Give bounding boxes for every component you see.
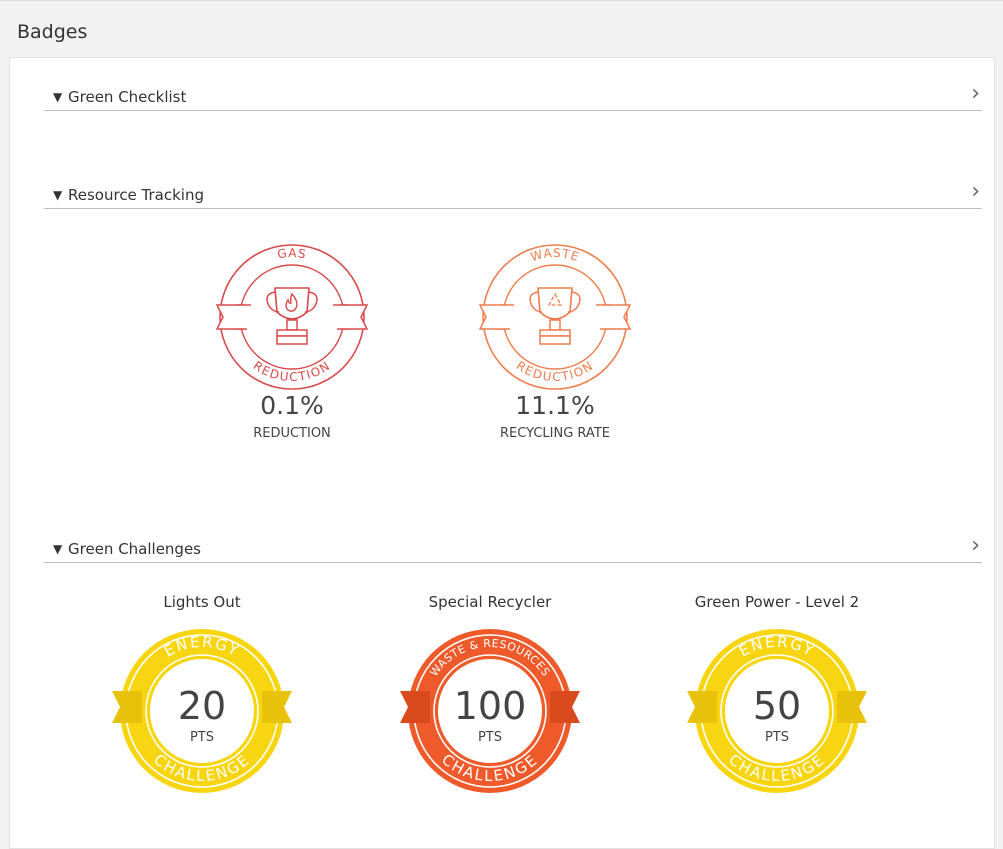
badges-card: ▼ Green Checklist › ▼ Resource Tracking … [9,57,995,849]
gas-reduction-emblem: GAS REDUCTION [215,244,369,390]
svg-text:PTS: PTS [765,730,789,745]
svg-text:100: 100 [454,684,527,728]
challenge-title: Green Power - Level 2 [694,593,860,611]
svg-text:REDUCTION: REDUCTION [251,358,334,384]
svg-text:50: 50 [753,684,801,728]
challenge-badge-special-recycler[interactable]: Special Recycler 100 PTS WASTE & RESOURCES… [395,593,585,797]
badge-value: 0.1% [260,391,324,420]
svg-text:WASTE: WASTE [529,246,581,264]
badges-panel: Badges ▼ Green Checklist › ▼ Resource Tr… [0,0,1003,849]
collapse-triangle-icon[interactable]: ▼ [53,188,62,202]
collapse-triangle-icon[interactable]: ▼ [53,90,62,104]
challenge-emblem: 50PTSENERGYCHALLENGE [687,629,867,793]
waste-reduction-badge[interactable]: WASTE REDUCTION 11.1% RECYCLING RATE [470,242,640,441]
chevron-right-icon[interactable]: › [971,179,980,204]
collapse-triangle-icon[interactable]: ▼ [53,542,62,556]
badge-caption: REDUCTION [253,426,331,441]
svg-text:PTS: PTS [190,730,214,745]
waste-reduction-emblem: WASTE REDUCTION [478,244,632,390]
challenge-emblem: 20PTSENERGYCHALLENGE [112,629,292,793]
section-green-challenges[interactable]: ▼ Green Challenges › [44,533,982,563]
challenge-title: Lights Out [163,593,241,611]
svg-text:PTS: PTS [478,730,502,745]
chevron-right-icon[interactable]: › [971,533,980,558]
svg-text:GAS: GAS [276,246,307,262]
section-label: Green Challenges [68,540,202,558]
panel-title: Badges [17,21,88,43]
section-label: Green Checklist [68,88,187,106]
section-label: Resource Tracking [68,186,205,204]
badge-value: 11.1% [515,391,595,420]
svg-text:REDUCTION: REDUCTION [514,358,597,384]
challenge-badge-green-power[interactable]: Green Power - Level 2 50 PTS ENERGY CHALLEN… [682,593,872,797]
challenge-title: Special Recycler [428,593,552,611]
badge-caption: RECYCLING RATE [500,426,610,441]
challenge-badge-lights-out[interactable]: Lights Out 20 PTS ENERGY CHALLENGE [107,593,297,797]
section-green-checklist[interactable]: ▼ Green Checklist › [44,81,982,111]
gas-reduction-badge[interactable]: GAS REDUCTION 0.1% REDUCTION [207,242,377,441]
challenge-emblem: 100PTSWASTE & RESOURCESCHALLENGE [400,629,580,793]
section-resource-tracking[interactable]: ▼ Resource Tracking › [44,179,982,209]
chevron-right-icon[interactable]: › [971,81,980,106]
svg-text:20: 20 [178,684,226,728]
